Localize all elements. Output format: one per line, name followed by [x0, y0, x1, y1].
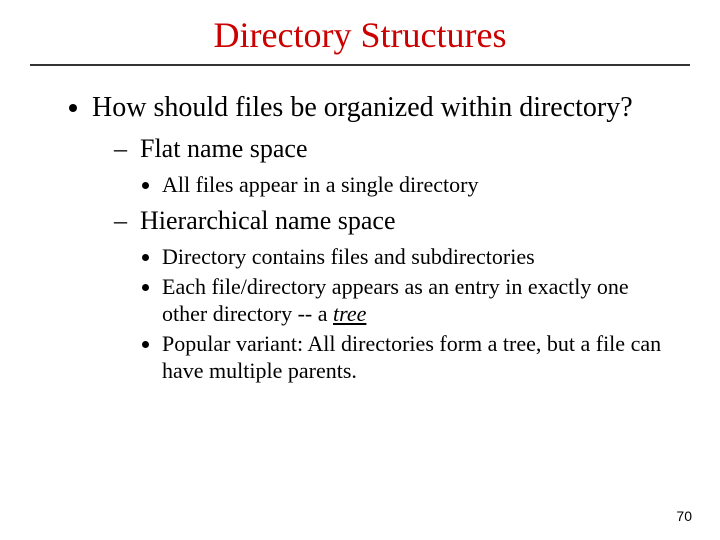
slide-content: How should files be organized within dir…	[0, 66, 720, 385]
bullet-list-level3: All files appear in a single directory	[114, 171, 664, 199]
bullet-text: All files appear in a single directory	[162, 172, 478, 197]
emphasized-term: tree	[333, 301, 366, 326]
bullet-text: Hierarchical name space	[140, 206, 396, 235]
bullet-list-level2: Flat name space All files appear in a si…	[92, 133, 664, 385]
bullet-text: Popular variant: All directories form a …	[162, 331, 661, 384]
bullet-text: Flat name space	[140, 134, 308, 163]
slide: Directory Structures How should files be…	[0, 0, 720, 540]
bullet-text: Each file/directory appears as an entry …	[162, 274, 629, 327]
list-item: Popular variant: All directories form a …	[162, 330, 664, 385]
list-item: Directory contains files and subdirector…	[162, 243, 664, 271]
bullet-text: Directory contains files and subdirector…	[162, 244, 535, 269]
list-item: All files appear in a single directory	[162, 171, 664, 199]
list-item: Flat name space All files appear in a si…	[114, 133, 664, 199]
list-item: Hierarchical name space Directory contai…	[114, 205, 664, 385]
bullet-list-level3: Directory contains files and subdirector…	[114, 243, 664, 385]
slide-title: Directory Structures	[0, 0, 720, 56]
page-number: 70	[676, 508, 692, 524]
bullet-text: How should files be organized within dir…	[92, 92, 633, 123]
bullet-list-level1: How should files be organized within dir…	[56, 90, 664, 385]
list-item: How should files be organized within dir…	[92, 90, 664, 385]
list-item: Each file/directory appears as an entry …	[162, 273, 664, 328]
